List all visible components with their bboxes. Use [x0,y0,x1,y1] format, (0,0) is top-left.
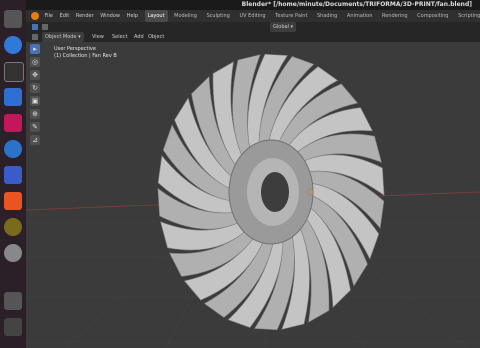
tab-texture-paint[interactable]: Texture Paint [272,10,310,22]
screenshot-icon[interactable] [4,166,22,184]
menu-help[interactable]: Help [127,13,138,19]
window-title: Blender* [/home/minute/Documents/TRIFORM… [241,1,472,8]
application-dock [0,0,26,348]
settings-icon[interactable] [4,244,22,262]
terminal-icon[interactable] [4,62,24,82]
tab-shading[interactable]: Shading [314,10,340,22]
scale-tool-icon[interactable]: ▣ [30,96,40,106]
menu-render[interactable]: Render [76,13,94,19]
tab-sculpting[interactable]: Sculpting [204,10,233,22]
tab-modeling[interactable]: Modeling [171,10,200,22]
tab-animation[interactable]: Animation [344,10,376,22]
collection-label: (1) Collection | Fan Rev B [54,53,117,59]
rotate-tool-icon[interactable]: ↻ [30,83,40,93]
fan-hub-bore [261,172,289,212]
tab-uv-editing[interactable]: UV Editing [236,10,268,22]
viewport-header: Object Mode ▾ View Select Add Object [26,32,480,42]
select-box-icon[interactable] [32,24,38,30]
help-icon[interactable] [4,140,22,158]
files-icon[interactable] [4,10,22,28]
mode-dropdown[interactable]: Object Mode ▾ [42,32,84,42]
move-tool-icon[interactable]: ✥ [30,70,40,80]
view-label: User Perspective [54,46,96,52]
annotate-tool-icon[interactable]: ✎ [30,122,40,132]
tab-scripting[interactable]: Scripting [455,10,480,22]
menu-file[interactable]: File [45,13,53,19]
tool-shelf: ▸ ◎ ✥ ↻ ▣ ⊕ ✎ ⊿ [30,44,42,148]
tool-header: Global ▾ [26,22,480,32]
3d-viewport[interactable]: ▸ ◎ ✥ ↻ ▣ ⊕ ✎ ⊿ User Perspective (1) Col… [26,42,480,348]
text-editor-icon[interactable] [4,88,22,106]
menu-object[interactable]: Object [148,32,164,42]
select-tool-icon[interactable]: ▸ [30,44,40,54]
menu-edit[interactable]: Edit [60,13,70,19]
blender-logo-icon[interactable] [31,12,39,20]
tab-compositing[interactable]: Compositing [414,10,451,22]
menu-window[interactable]: Window [100,13,120,19]
menu-view[interactable]: View [92,32,104,42]
select-mode-icon[interactable] [42,24,48,30]
editor-type-icon[interactable] [32,34,38,40]
top-menubar: File Edit Render Window Help Layout Mode… [26,10,480,22]
tab-layout[interactable]: Layout [144,10,168,22]
menu-add[interactable]: Add [134,32,144,42]
appstore-icon[interactable] [4,192,22,210]
menu-select[interactable]: Select [112,32,127,42]
ufo-icon[interactable] [4,292,22,310]
orientation-label: Global [273,24,289,30]
window-titlebar: Blender* [/home/minute/Documents/TRIFORM… [26,0,480,10]
office-icon[interactable] [4,114,22,132]
browser-icon[interactable] [4,36,22,54]
transform-tool-icon[interactable]: ⊕ [30,109,40,119]
fan-model[interactable] [26,42,480,348]
measure-tool-icon[interactable]: ⊿ [30,135,40,145]
blender-icon[interactable] [4,318,22,336]
tab-rendering[interactable]: Rendering [379,10,411,22]
cursor-tool-icon[interactable]: ◎ [30,57,40,67]
orientation-dropdown[interactable]: Global ▾ [270,22,297,32]
mode-label: Object Mode [45,34,77,40]
inkscape-icon[interactable] [4,218,22,236]
